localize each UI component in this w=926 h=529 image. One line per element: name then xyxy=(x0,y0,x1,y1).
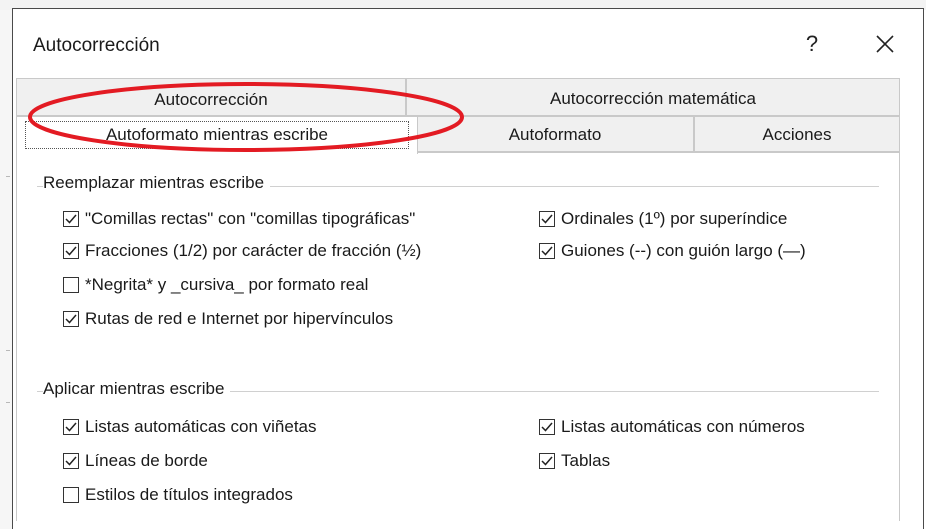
option-numbered-lists[interactable]: Listas automáticas con números xyxy=(539,415,805,439)
checkbox[interactable] xyxy=(63,243,79,259)
option-ordinals[interactable]: Ordinales (1º) por superíndice xyxy=(539,207,787,231)
option-dashes[interactable]: Guiones (--) con guión largo (—) xyxy=(539,239,806,263)
option-label: Listas automáticas con números xyxy=(561,417,805,436)
checkbox[interactable] xyxy=(63,277,79,293)
checkbox[interactable] xyxy=(539,211,555,227)
tab-label: Autocorrección matemática xyxy=(550,89,756,108)
checkbox[interactable] xyxy=(63,311,79,327)
option-fractions[interactable]: Fracciones (1/2) por carácter de fracció… xyxy=(63,239,421,263)
checkbox[interactable] xyxy=(63,453,79,469)
checkbox[interactable] xyxy=(63,211,79,227)
title-bar: Autocorrección ? xyxy=(13,9,923,81)
group-label-apply: Aplicar mientras escribe xyxy=(43,379,231,399)
group-label-replace: Reemplazar mientras escribe xyxy=(43,173,271,193)
checkbox[interactable] xyxy=(539,453,555,469)
option-tables[interactable]: Tablas xyxy=(539,449,610,473)
option-label: Fracciones (1/2) por carácter de fracció… xyxy=(85,241,422,260)
option-hyperlinks[interactable]: Rutas de red e Internet por hipervínculo… xyxy=(63,307,393,331)
option-label: Guiones (--) con guión largo (—) xyxy=(561,241,806,260)
dialog-title: Autocorrección xyxy=(33,35,160,56)
checkbox[interactable] xyxy=(63,487,79,503)
checkbox[interactable] xyxy=(539,419,555,435)
close-icon xyxy=(876,35,894,53)
option-label: Líneas de borde xyxy=(85,451,208,470)
tab-autocorreccion-matematica[interactable]: Autocorrección matemática xyxy=(406,78,900,116)
option-bulleted-lists[interactable]: Listas automáticas con viñetas xyxy=(63,415,317,439)
options-panel: Reemplazar mientras escribe "Comillas re… xyxy=(16,152,900,521)
background-window-edge xyxy=(0,10,12,529)
option-label: Rutas de red e Internet por hipervínculo… xyxy=(85,309,394,328)
option-straight-quotes[interactable]: "Comillas rectas" con "comillas tipográf… xyxy=(63,207,415,231)
help-button[interactable]: ? xyxy=(797,27,827,61)
tab-label: Acciones xyxy=(762,125,832,144)
option-label: "Comillas rectas" con "comillas tipográf… xyxy=(85,209,416,228)
tab-acciones[interactable]: Acciones xyxy=(694,116,900,152)
option-bold-italic[interactable]: *Negrita* y _cursiva_ por formato real xyxy=(63,273,368,297)
option-label: Tablas xyxy=(561,451,611,470)
option-label: *Negrita* y _cursiva_ por formato real xyxy=(85,275,369,294)
option-label: Listas automáticas con viñetas xyxy=(85,417,317,436)
option-heading-styles[interactable]: Estilos de títulos integrados xyxy=(63,483,293,507)
option-label: Ordinales (1º) por superíndice xyxy=(561,209,788,228)
checkbox[interactable] xyxy=(63,419,79,435)
checkbox[interactable] xyxy=(539,243,555,259)
option-border-lines[interactable]: Líneas de borde xyxy=(63,449,208,473)
option-label: Estilos de títulos integrados xyxy=(85,485,293,504)
close-button[interactable] xyxy=(865,27,905,61)
highlight-ellipse xyxy=(28,82,464,152)
